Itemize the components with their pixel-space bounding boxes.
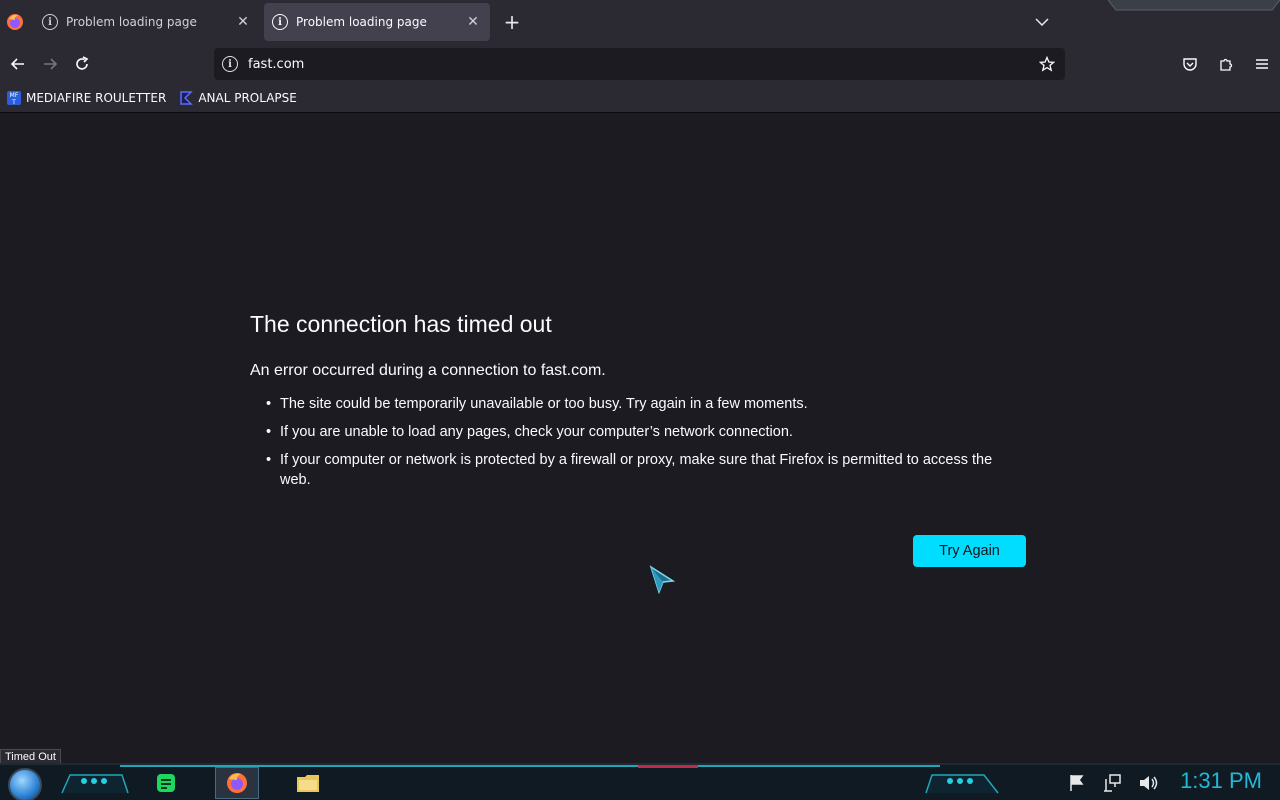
system-tray xyxy=(1066,771,1160,795)
bookmark-label: MEDIAFIRE ROULETTER xyxy=(26,91,167,105)
pocket-icon[interactable] xyxy=(1176,50,1204,78)
suggestion-item: If your computer or network is protected… xyxy=(266,450,1026,490)
bookmark-star-icon[interactable] xyxy=(1037,54,1057,74)
tab-2[interactable]: i Problem loading page ✕ xyxy=(264,3,490,41)
window-frame-decoration xyxy=(1108,0,1280,11)
close-icon[interactable]: ✕ xyxy=(234,13,252,31)
taskbar-firefox[interactable] xyxy=(215,767,259,799)
taskbar-accent-line xyxy=(120,765,940,768)
action-center-flag-icon[interactable] xyxy=(1066,771,1088,795)
url-bar[interactable]: i fast.com xyxy=(214,48,1065,80)
info-icon: i xyxy=(42,14,58,30)
suggestion-item: If you are unable to load any pages, che… xyxy=(266,422,1026,442)
bookmark-label: ANAL PROLAPSE xyxy=(198,91,297,105)
extensions-icon[interactable] xyxy=(1212,50,1240,78)
mouse-cursor-icon xyxy=(649,565,676,595)
url-text[interactable]: fast.com xyxy=(248,57,1037,72)
site-info-icon[interactable]: i xyxy=(222,56,238,72)
close-icon[interactable]: ✕ xyxy=(464,13,482,31)
taskbar: 1:31 PM xyxy=(0,763,1280,800)
page-content: The connection has timed out An error oc… xyxy=(0,113,1280,763)
taskbar-clock[interactable]: 1:31 PM xyxy=(1180,768,1262,794)
reload-button[interactable] xyxy=(68,50,96,78)
taskbar-notes-app[interactable] xyxy=(144,767,188,799)
error-title: The connection has timed out xyxy=(250,311,552,337)
error-suggestions: The site could be temporarily unavailabl… xyxy=(250,394,1026,490)
firefox-icon xyxy=(227,773,247,793)
try-again-button[interactable]: Try Again xyxy=(913,535,1026,567)
back-button[interactable] xyxy=(4,50,32,78)
taskbar-decoration xyxy=(925,774,999,794)
chevron-down-icon[interactable] xyxy=(1032,12,1052,32)
forward-button[interactable] xyxy=(36,50,64,78)
taskbar-file-explorer[interactable] xyxy=(286,767,330,799)
info-icon: i xyxy=(272,14,288,30)
toolbar-right xyxy=(1168,50,1276,78)
tab-title: Problem loading page xyxy=(66,15,197,29)
new-tab-button[interactable]: + xyxy=(494,0,530,44)
suggestion-item: The site could be temporarily unavailabl… xyxy=(266,394,1026,414)
tab-strip: i Problem loading page ✕ i Problem loadi… xyxy=(0,0,1280,44)
firefox-icon[interactable] xyxy=(0,0,30,44)
sigma-icon xyxy=(178,90,194,106)
mediafire-icon: MF T xyxy=(6,90,22,106)
error-description: An error occurred during a connection to… xyxy=(250,362,606,379)
start-button[interactable] xyxy=(8,768,42,800)
error-container: The connection has timed out An error oc… xyxy=(250,311,1026,567)
svg-text:T: T xyxy=(11,99,16,106)
taskbar-decoration xyxy=(61,774,129,794)
bookmark-sigma[interactable]: ANAL PROLAPSE xyxy=(178,90,297,106)
notes-icon xyxy=(157,774,175,792)
bookmarks-toolbar: MF T MEDIAFIRE ROULETTER ANAL PROLAPSE xyxy=(0,84,1280,113)
network-icon[interactable] xyxy=(1102,771,1124,795)
volume-icon[interactable] xyxy=(1138,771,1160,795)
bookmark-mediafire[interactable]: MF T MEDIAFIRE ROULETTER xyxy=(6,90,166,106)
menu-icon[interactable] xyxy=(1248,50,1276,78)
tab-1[interactable]: i Problem loading page ✕ xyxy=(34,3,260,41)
folder-icon xyxy=(297,775,319,792)
tab-title: Problem loading page xyxy=(296,15,427,29)
svg-text:MF: MF xyxy=(10,92,19,99)
navigation-toolbar: i fast.com xyxy=(0,44,1280,84)
